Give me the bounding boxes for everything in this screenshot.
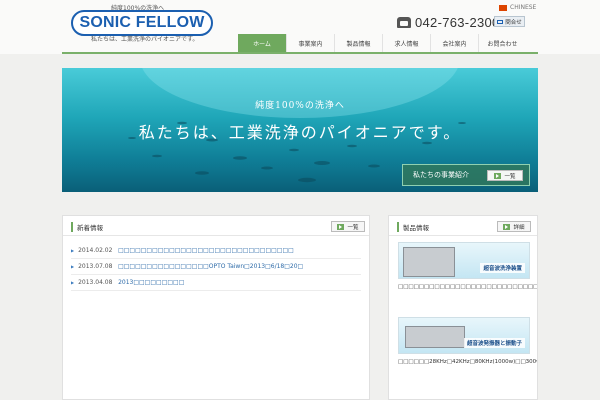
hero-subtitle: 純度100%の洗浄へ [255, 101, 345, 111]
header-subtitle: 私たちは、工業洗浄のパイオニアです。 [91, 36, 199, 43]
hero-title: 私たちは、工業洗浄のパイオニアです。 [138, 123, 462, 142]
products-more-button[interactable]: 詳細 [497, 221, 531, 232]
site-logo[interactable]: SONIC FELLOW [71, 10, 213, 36]
china-flag-icon [499, 4, 507, 11]
products-header: 製品情報 詳細 [389, 216, 537, 236]
product-label: 超音波発振器と振動子 [463, 338, 525, 348]
news-date: 2013.04.08 [78, 279, 113, 286]
product-description: □□□□□□□□□□□□□□□□□□□□□□□□□□□□□□□□□□□□□□□□… [398, 284, 538, 290]
arrow-right-icon [494, 172, 502, 179]
business-intro-button[interactable]: 私たちの事業紹介 一覧 [402, 164, 530, 186]
mail-icon [497, 19, 504, 24]
logo-text: SONIC FELLOW [79, 14, 205, 31]
phone-icon [397, 17, 411, 28]
news-title: 新着情報 [71, 222, 103, 232]
product-label: 超音波洗浄装置 [480, 263, 525, 273]
news-panel: 新着情報 一覧 2014.02.02 □□□□□□□□□□□□□□□□□□□□□… [62, 215, 370, 400]
news-header: 新着情報 一覧 [63, 216, 369, 236]
news-link[interactable]: 2013□□□□□□□□□ [118, 279, 184, 286]
language-switch[interactable]: CHINESE [499, 4, 536, 11]
machine-graphic [403, 247, 455, 277]
machine-graphic [405, 326, 465, 348]
contact-button[interactable]: 問合せ [494, 16, 525, 27]
nav-item-business[interactable]: 事業案内 [286, 34, 334, 52]
product-description: □□□□□□28KHz□42KHz□80KHz(1000w)□□300w□600… [398, 359, 538, 365]
news-item[interactable]: 2014.02.02 □□□□□□□□□□□□□□□□□□□□□□□□□□□□□… [71, 243, 361, 259]
news-item[interactable]: 2013.07.08 □□□□□□□□□□□□□□□□OPTO Taiwn□20… [71, 259, 361, 275]
news-more-label: 一覧 [347, 224, 359, 231]
news-date: 2013.07.08 [78, 263, 113, 270]
arrow-right-icon [337, 223, 345, 230]
site-header: 純度100%の洗浄へ SONIC FELLOW 私たちは、工業洗浄のパイオニアで… [0, 0, 600, 54]
products-more-label: 詳細 [513, 224, 525, 231]
main-nav: ホーム 事業案内 製品情報 求人情報 会社案内 お問合わせ [238, 34, 526, 52]
phone-number: 042-763-2300 [415, 15, 500, 30]
generator-image[interactable]: 超音波発振器と振動子 [398, 317, 530, 354]
phone-contact: 042-763-2300 [397, 15, 500, 30]
nav-item-recruit[interactable]: 求人情報 [382, 34, 430, 52]
nav-item-products[interactable]: 製品情報 [334, 34, 382, 52]
news-link[interactable]: □□□□□□□□□□□□□□□□□□□□□□□□□□□□□□□ [118, 247, 294, 254]
products-title: 製品情報 [397, 222, 429, 232]
language-label: CHINESE [510, 4, 537, 11]
products-panel: 製品情報 詳細 超音波洗浄装置 □□□□□□□□□□□□□□□□□□□□□□□□… [388, 215, 538, 400]
news-item[interactable]: 2013.04.08 2013□□□□□□□□□ [71, 275, 361, 291]
news-link[interactable]: □□□□□□□□□□□□□□□□OPTO Taiwn□2013□6/18□20□ [118, 263, 303, 270]
news-list: 2014.02.02 □□□□□□□□□□□□□□□□□□□□□□□□□□□□□… [63, 236, 369, 291]
hero-more-label: 一覧 [504, 173, 516, 180]
nav-item-home[interactable]: ホーム [238, 34, 286, 52]
nav-divider [62, 52, 538, 54]
contact-label: 問合せ [505, 19, 522, 26]
hero-banner: 純度100%の洗浄へ 私たちは、工業洗浄のパイオニアです。 私たちの事業紹介 一… [62, 68, 538, 192]
news-more-button[interactable]: 一覧 [331, 221, 365, 232]
nav-item-company[interactable]: 会社案内 [430, 34, 478, 52]
business-intro-label: 私たちの事業紹介 [413, 171, 469, 179]
arrow-right-icon [503, 223, 511, 230]
cleaning-system-image[interactable]: 超音波洗浄装置 [398, 242, 530, 279]
nav-item-contact[interactable]: お問合わせ [478, 34, 526, 52]
hero-more-badge: 一覧 [487, 170, 523, 181]
news-date: 2014.02.02 [78, 247, 113, 254]
